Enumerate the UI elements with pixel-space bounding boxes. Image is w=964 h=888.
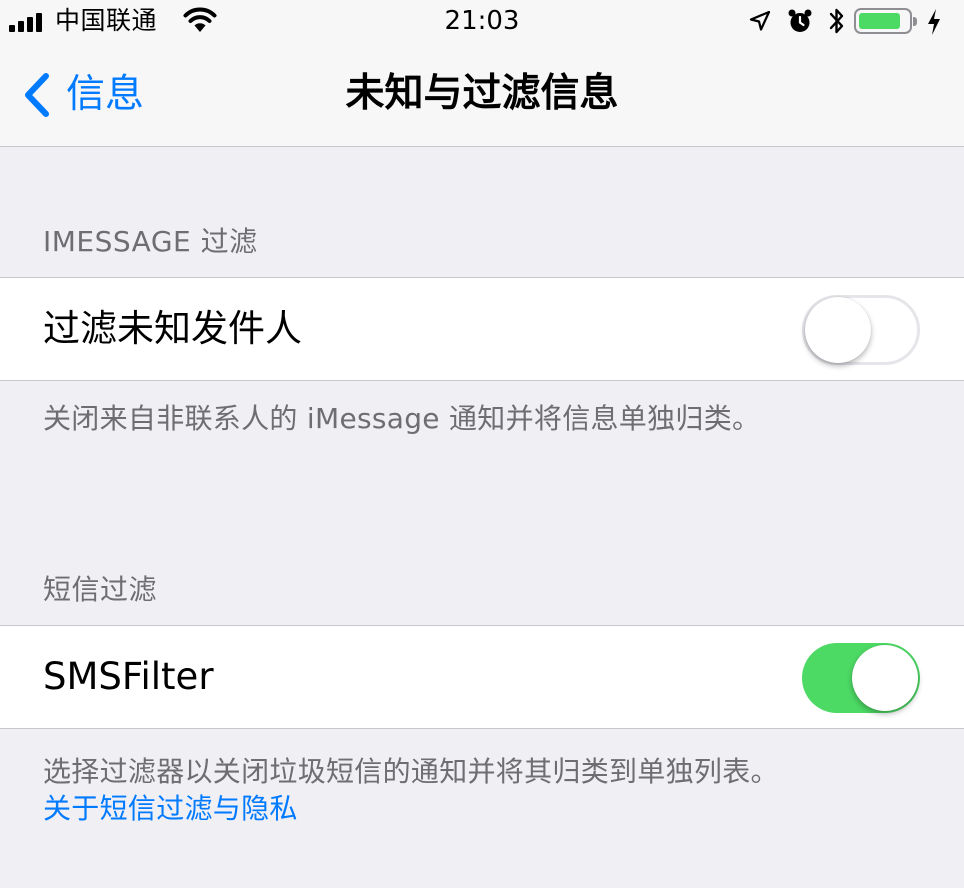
section-header-imessage: IMESSAGE 过滤 <box>43 225 258 258</box>
section-header-sms: 短信过滤 <box>43 573 158 606</box>
navigation-bar: 信息 未知与过滤信息 <box>0 44 964 146</box>
bluetooth-icon <box>829 8 844 34</box>
battery-fill <box>859 13 900 29</box>
filter-unknown-senders-toggle[interactable] <box>802 295 920 365</box>
sms-privacy-link[interactable]: 关于短信过滤与隐私 <box>43 790 298 828</box>
smsfilter-label: SMSFilter <box>43 655 214 698</box>
smsfilter-toggle[interactable] <box>802 643 920 713</box>
filter-unknown-senders-row: 过滤未知发件人 <box>0 277 964 381</box>
location-icon <box>749 10 771 31</box>
top-bar: 中国联通 21:03 信息 未知与过滤信息 <box>0 0 964 147</box>
charging-icon <box>928 9 940 35</box>
page-title: 未知与过滤信息 <box>345 71 619 116</box>
battery-icon <box>854 8 917 34</box>
sms-footer-text: 选择过滤器以关闭垃圾短信的通知并将其归类到单独列表。 <box>43 755 779 788</box>
filter-unknown-senders-label: 过滤未知发件人 <box>43 307 302 350</box>
status-indicators <box>744 0 964 44</box>
alarm-icon <box>788 9 812 32</box>
toggle-knob <box>852 645 918 711</box>
smsfilter-row: SMSFilter <box>0 625 964 729</box>
status-bar: 中国联通 21:03 <box>0 0 964 44</box>
toggle-knob <box>805 297 871 363</box>
imessage-footer-text: 关闭来自非联系人的 iMessage 通知并将信息单独归类。 <box>43 402 761 435</box>
